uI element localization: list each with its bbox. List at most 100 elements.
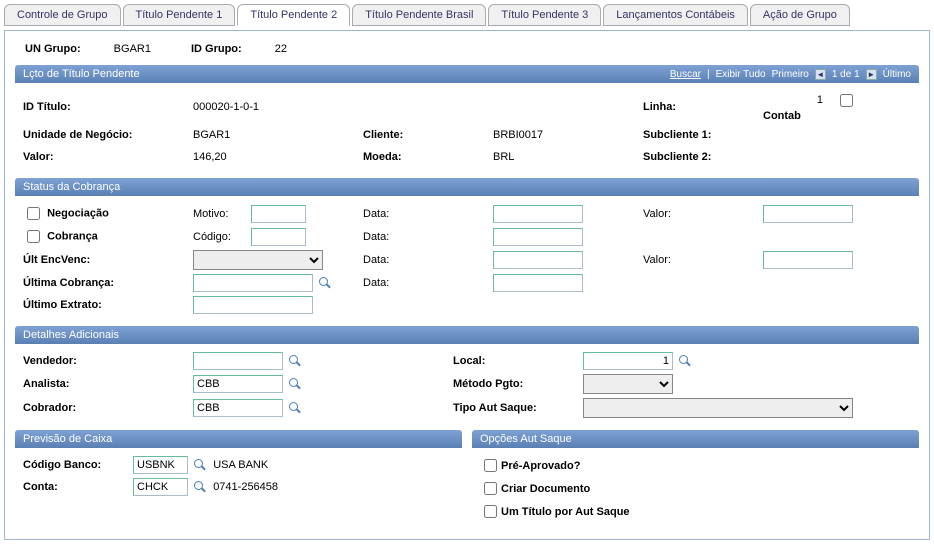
linha-value: 1	[763, 94, 823, 106]
analista-label: Analista:	[23, 378, 193, 390]
valor-input-1[interactable]	[763, 205, 853, 223]
codigo-banco-label: Código Banco:	[23, 459, 133, 471]
ult-enc-label: Últ EncVenc:	[23, 254, 193, 266]
lcto-section-bar: Lçto de Título Pendente Buscar | Exibir …	[15, 65, 919, 83]
metodo-select[interactable]	[583, 374, 673, 394]
id-titulo-label: ID Título:	[23, 101, 193, 113]
conta-input[interactable]	[133, 478, 188, 496]
criar-documento-label: Criar Documento	[501, 483, 590, 495]
tipo-aut-label: Tipo Aut Saque:	[453, 402, 583, 414]
conta-desc: 0741-256458	[213, 481, 278, 493]
main-panel: UN Grupo: BGAR1 ID Grupo: 22 Lçto de Tít…	[4, 30, 930, 540]
detalhes-title: Detalhes Adicionais	[23, 329, 119, 341]
pre-aprovado-checkbox[interactable]	[484, 459, 497, 472]
ult-extr-input[interactable]	[193, 296, 313, 314]
tabs: Controle de Grupo Título Pendente 1 Títu…	[4, 4, 930, 26]
nav-counter: 1 de 1	[832, 69, 860, 80]
conta-label: Conta:	[23, 481, 133, 493]
codigo-input[interactable]	[251, 228, 306, 246]
ult-extr-label: Último Extrato:	[23, 299, 193, 311]
id-grupo-label: ID Grupo:	[191, 43, 242, 55]
vendedor-input[interactable]	[193, 352, 283, 370]
detalhes-body: Vendedor: Local: Analista: Método Pgto:	[15, 344, 919, 430]
previsao-title: Previsão de Caixa	[23, 433, 112, 445]
tipo-aut-select[interactable]	[583, 398, 853, 418]
lookup-icon[interactable]	[288, 401, 302, 415]
data-input-1[interactable]	[493, 205, 583, 223]
metodo-label: Método Pgto:	[453, 378, 583, 390]
pre-aprovado-label: Pré-Aprovado?	[501, 460, 580, 472]
lookup-icon[interactable]	[288, 377, 302, 391]
data-label-4: Data:	[363, 277, 493, 289]
status-section-bar: Status da Cobrança	[15, 178, 919, 196]
nav-prev-icon[interactable]: ◄	[815, 69, 826, 80]
contab-checkbox[interactable]	[840, 94, 853, 107]
codigo-banco-input[interactable]	[133, 456, 188, 474]
contab-label: Contab	[763, 110, 801, 122]
sub2-label: Subcliente 2:	[643, 151, 763, 163]
un-grupo-value: BGAR1	[114, 43, 151, 55]
sub1-label: Subcliente 1:	[643, 129, 763, 141]
local-input[interactable]	[583, 352, 673, 370]
tab-titulo-pendente-brasil[interactable]: Título Pendente Brasil	[352, 4, 486, 26]
valor-label-2: Valor:	[643, 254, 763, 266]
un-label: Unidade de Negócio:	[23, 129, 193, 141]
nav-exibir-tudo[interactable]: Exibir Tudo	[716, 69, 766, 80]
vendedor-label: Vendedor:	[23, 355, 193, 367]
cliente-value: BRBI0017	[493, 129, 643, 141]
un-grupo-label: UN Grupo:	[25, 43, 81, 55]
linha-label: Linha:	[643, 101, 763, 113]
cliente-label: Cliente:	[363, 129, 493, 141]
nav-ultimo: Último	[883, 69, 911, 80]
lookup-icon[interactable]	[318, 276, 332, 290]
negociacao-checkbox[interactable]	[27, 207, 40, 220]
cobrador-label: Cobrador:	[23, 402, 193, 414]
criar-documento-checkbox[interactable]	[484, 482, 497, 495]
data-label-2: Data:	[363, 231, 493, 243]
cobranca-checkbox[interactable]	[27, 230, 40, 243]
codigo-banco-desc: USA BANK	[213, 459, 268, 471]
moeda-label: Moeda:	[363, 151, 493, 163]
valor-input-2[interactable]	[763, 251, 853, 269]
opcoes-title: Opções Aut Saque	[480, 433, 572, 445]
opcoes-section-bar: Opções Aut Saque	[472, 430, 919, 448]
detalhes-section-bar: Detalhes Adicionais	[15, 326, 919, 344]
record-nav: Buscar | Exibir Tudo Primeiro ◄ 1 de 1 ►…	[670, 69, 911, 80]
tab-titulo-pendente-1[interactable]: Título Pendente 1	[123, 4, 236, 26]
lcto-body: ID Título: 000020-1-0-1 Linha: 1 Contab …	[15, 83, 919, 178]
analista-input[interactable]	[193, 375, 283, 393]
lookup-icon[interactable]	[288, 354, 302, 368]
valor-label: Valor:	[23, 151, 193, 163]
data-input-3[interactable]	[493, 251, 583, 269]
tab-lancamentos-contabeis[interactable]: Lançamentos Contábeis	[603, 4, 748, 26]
ult-cobr-label: Última Cobrança:	[23, 277, 193, 289]
data-input-2[interactable]	[493, 228, 583, 246]
motivo-label: Motivo:	[193, 208, 248, 220]
lookup-icon[interactable]	[193, 480, 207, 494]
previsao-section-bar: Previsão de Caixa	[15, 430, 462, 448]
data-label-3: Data:	[363, 254, 493, 266]
cobrador-input[interactable]	[193, 399, 283, 417]
data-input-4[interactable]	[493, 274, 583, 292]
opcoes-body: Pré-Aprovado? Criar Documento Um Título …	[472, 448, 919, 533]
codigo-label: Código:	[193, 231, 248, 243]
tab-acao-grupo[interactable]: Ação de Grupo	[750, 4, 850, 26]
lookup-icon[interactable]	[678, 354, 692, 368]
tab-titulo-pendente-2[interactable]: Título Pendente 2	[237, 4, 350, 26]
tab-controle-grupo[interactable]: Controle de Grupo	[4, 4, 121, 26]
negociacao-label: Negociação	[47, 207, 109, 219]
previsao-body: Código Banco: USA BANK Conta: 0741-25645…	[15, 448, 462, 508]
top-row: UN Grupo: BGAR1 ID Grupo: 22	[15, 37, 919, 65]
id-grupo-value: 22	[275, 43, 287, 55]
ult-cobr-input[interactable]	[193, 274, 313, 292]
motivo-input[interactable]	[251, 205, 306, 223]
tab-titulo-pendente-3[interactable]: Título Pendente 3	[488, 4, 601, 26]
valor-label-1: Valor:	[643, 208, 763, 220]
id-titulo-value: 000020-1-0-1	[193, 101, 363, 113]
lookup-icon[interactable]	[193, 458, 207, 472]
lcto-title: Lçto de Título Pendente	[23, 68, 140, 80]
data-label-1: Data:	[363, 208, 493, 220]
nav-next-icon[interactable]: ►	[866, 69, 877, 80]
ult-enc-select[interactable]	[193, 250, 323, 270]
nav-buscar[interactable]: Buscar	[670, 69, 701, 80]
